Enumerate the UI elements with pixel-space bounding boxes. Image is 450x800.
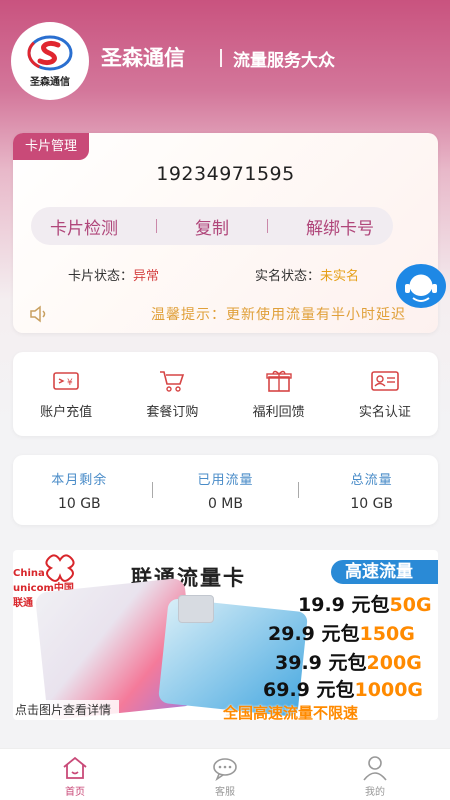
price-line: 19.9 元包50G — [298, 590, 432, 617]
menu-label: 实名认证 — [358, 404, 411, 420]
speaker-icon — [30, 305, 46, 323]
price-unit: 元包 — [321, 623, 360, 645]
realname-status-label: 实名状态： — [255, 269, 321, 284]
stat-value: 10 GB — [57, 495, 101, 512]
realname-status-value: 未实名 — [320, 269, 360, 284]
card-number: 19234971595 — [156, 163, 295, 185]
stat-value: 10 GB — [350, 495, 394, 512]
copy-button[interactable]: 复制 — [195, 214, 229, 239]
brand-logo: 圣森通信 — [11, 22, 89, 100]
price-package: 150G — [359, 623, 415, 645]
home-icon — [63, 756, 87, 779]
price-line: 39.9 元包200G — [275, 648, 422, 675]
traffic-stats: 本月剩余 10 GB 已用流量 0 MB 总流量 10 GB — [13, 455, 438, 525]
menu-label: 套餐订购 — [146, 404, 199, 420]
gift-icon — [265, 370, 292, 392]
brand-slogan: 流量服务大众 — [233, 51, 335, 71]
banner-pagination — [186, 714, 230, 717]
price-value: 69.9 — [263, 679, 310, 701]
card-status: 卡片状态：异常 — [68, 265, 159, 284]
stat-divider — [151, 482, 153, 498]
promo-banner[interactable]: China unicom中国联通 联通流量卡 高速流量 19.9 元包50G 2… — [13, 550, 438, 720]
card-actions-bar: 卡片检测 复制 解绑卡号 — [31, 207, 393, 245]
headset-icon — [396, 264, 446, 308]
stat-used: 已用流量 0 MB — [165, 469, 285, 512]
stat-divider — [298, 482, 300, 498]
banner-detail-link[interactable]: 点击图片查看详情 — [13, 700, 120, 720]
menu-item-package[interactable]: 套餐订购 — [122, 369, 222, 420]
price-unit: 元包 — [328, 652, 367, 674]
tab-home[interactable]: 首页 — [30, 749, 120, 800]
price-unit: 元包 — [351, 594, 390, 616]
recharge-icon: ¥ — [53, 371, 79, 390]
customer-service-float-button[interactable] — [395, 262, 447, 310]
sim-chip — [178, 595, 214, 623]
chat-icon — [213, 758, 237, 781]
price-value: 19.9 — [298, 594, 345, 616]
menu-item-realname[interactable]: 实名认证 — [335, 369, 435, 420]
banner-badge: 高速流量 — [331, 560, 438, 584]
card-panel: 卡片管理 19234971595 卡片检测 复制 解绑卡号 卡片状态：异常 实名… — [13, 133, 438, 333]
price-package: 200G — [366, 652, 422, 674]
pagination-dot — [186, 714, 194, 717]
stat-remaining: 本月剩余 10 GB — [19, 469, 139, 512]
brand-title: 圣森通信 — [101, 46, 185, 70]
realname-status: 实名状态：未实名 — [255, 265, 359, 284]
tab-mine[interactable]: 我的 — [330, 749, 420, 800]
price-value: 39.9 — [275, 652, 322, 674]
bottom-tabbar: 首页 客服 我的 — [0, 748, 450, 800]
action-divider — [156, 219, 157, 233]
price-package: 1000G — [354, 679, 424, 701]
cart-icon — [160, 370, 185, 392]
app-header: 圣森通信 圣森通信 流量服务大众 — [0, 0, 450, 110]
id-card-icon — [371, 370, 399, 391]
quick-menu: ¥ 账户充值 套餐订购 福利回馈 实名认证 — [13, 352, 438, 436]
stat-value: 0 MB — [207, 495, 243, 512]
pagination-dot-active — [198, 714, 218, 717]
notice-text: 温馨提示：更新使用流量有半小时延迟 — [151, 307, 406, 323]
card-management-tag[interactable]: 卡片管理 — [13, 133, 90, 160]
action-divider — [267, 219, 268, 233]
stat-label: 总流量 — [350, 472, 393, 488]
menu-label: 账户充值 — [40, 404, 93, 420]
tab-service[interactable]: 客服 — [180, 749, 270, 800]
brand-divider — [220, 49, 222, 67]
stat-total: 总流量 10 GB — [312, 469, 432, 512]
price-unit: 元包 — [316, 679, 355, 701]
price-value: 29.9 — [268, 623, 315, 645]
card-status-value: 异常 — [133, 269, 160, 284]
menu-label: 福利回馈 — [252, 404, 305, 420]
logo-text: 圣森通信 — [30, 77, 70, 88]
price-line: 69.9 元包1000G — [263, 675, 423, 702]
pagination-dot — [222, 714, 230, 717]
menu-item-recharge[interactable]: ¥ 账户充值 — [16, 369, 116, 420]
unbind-card-button[interactable]: 解绑卡号 — [306, 214, 374, 239]
stat-label: 已用流量 — [197, 472, 254, 488]
notice-bar: 温馨提示：更新使用流量有半小时延迟 — [13, 301, 438, 329]
tab-label: 我的 — [365, 787, 385, 798]
logo-mark-icon — [27, 35, 73, 71]
user-icon — [363, 756, 387, 781]
tab-label: 客服 — [215, 787, 235, 798]
svg-text:¥: ¥ — [67, 378, 73, 388]
stat-label: 本月剩余 — [51, 472, 108, 488]
menu-item-welfare[interactable]: 福利回馈 — [229, 369, 329, 420]
banner-slogan: 全国高速流量不限速 — [223, 704, 359, 720]
price-line: 29.9 元包150G — [268, 619, 415, 646]
card-check-button[interactable]: 卡片检测 — [50, 214, 118, 239]
card-status-label: 卡片状态： — [68, 269, 134, 284]
tab-label: 首页 — [65, 787, 85, 798]
price-package: 50G — [389, 594, 432, 616]
